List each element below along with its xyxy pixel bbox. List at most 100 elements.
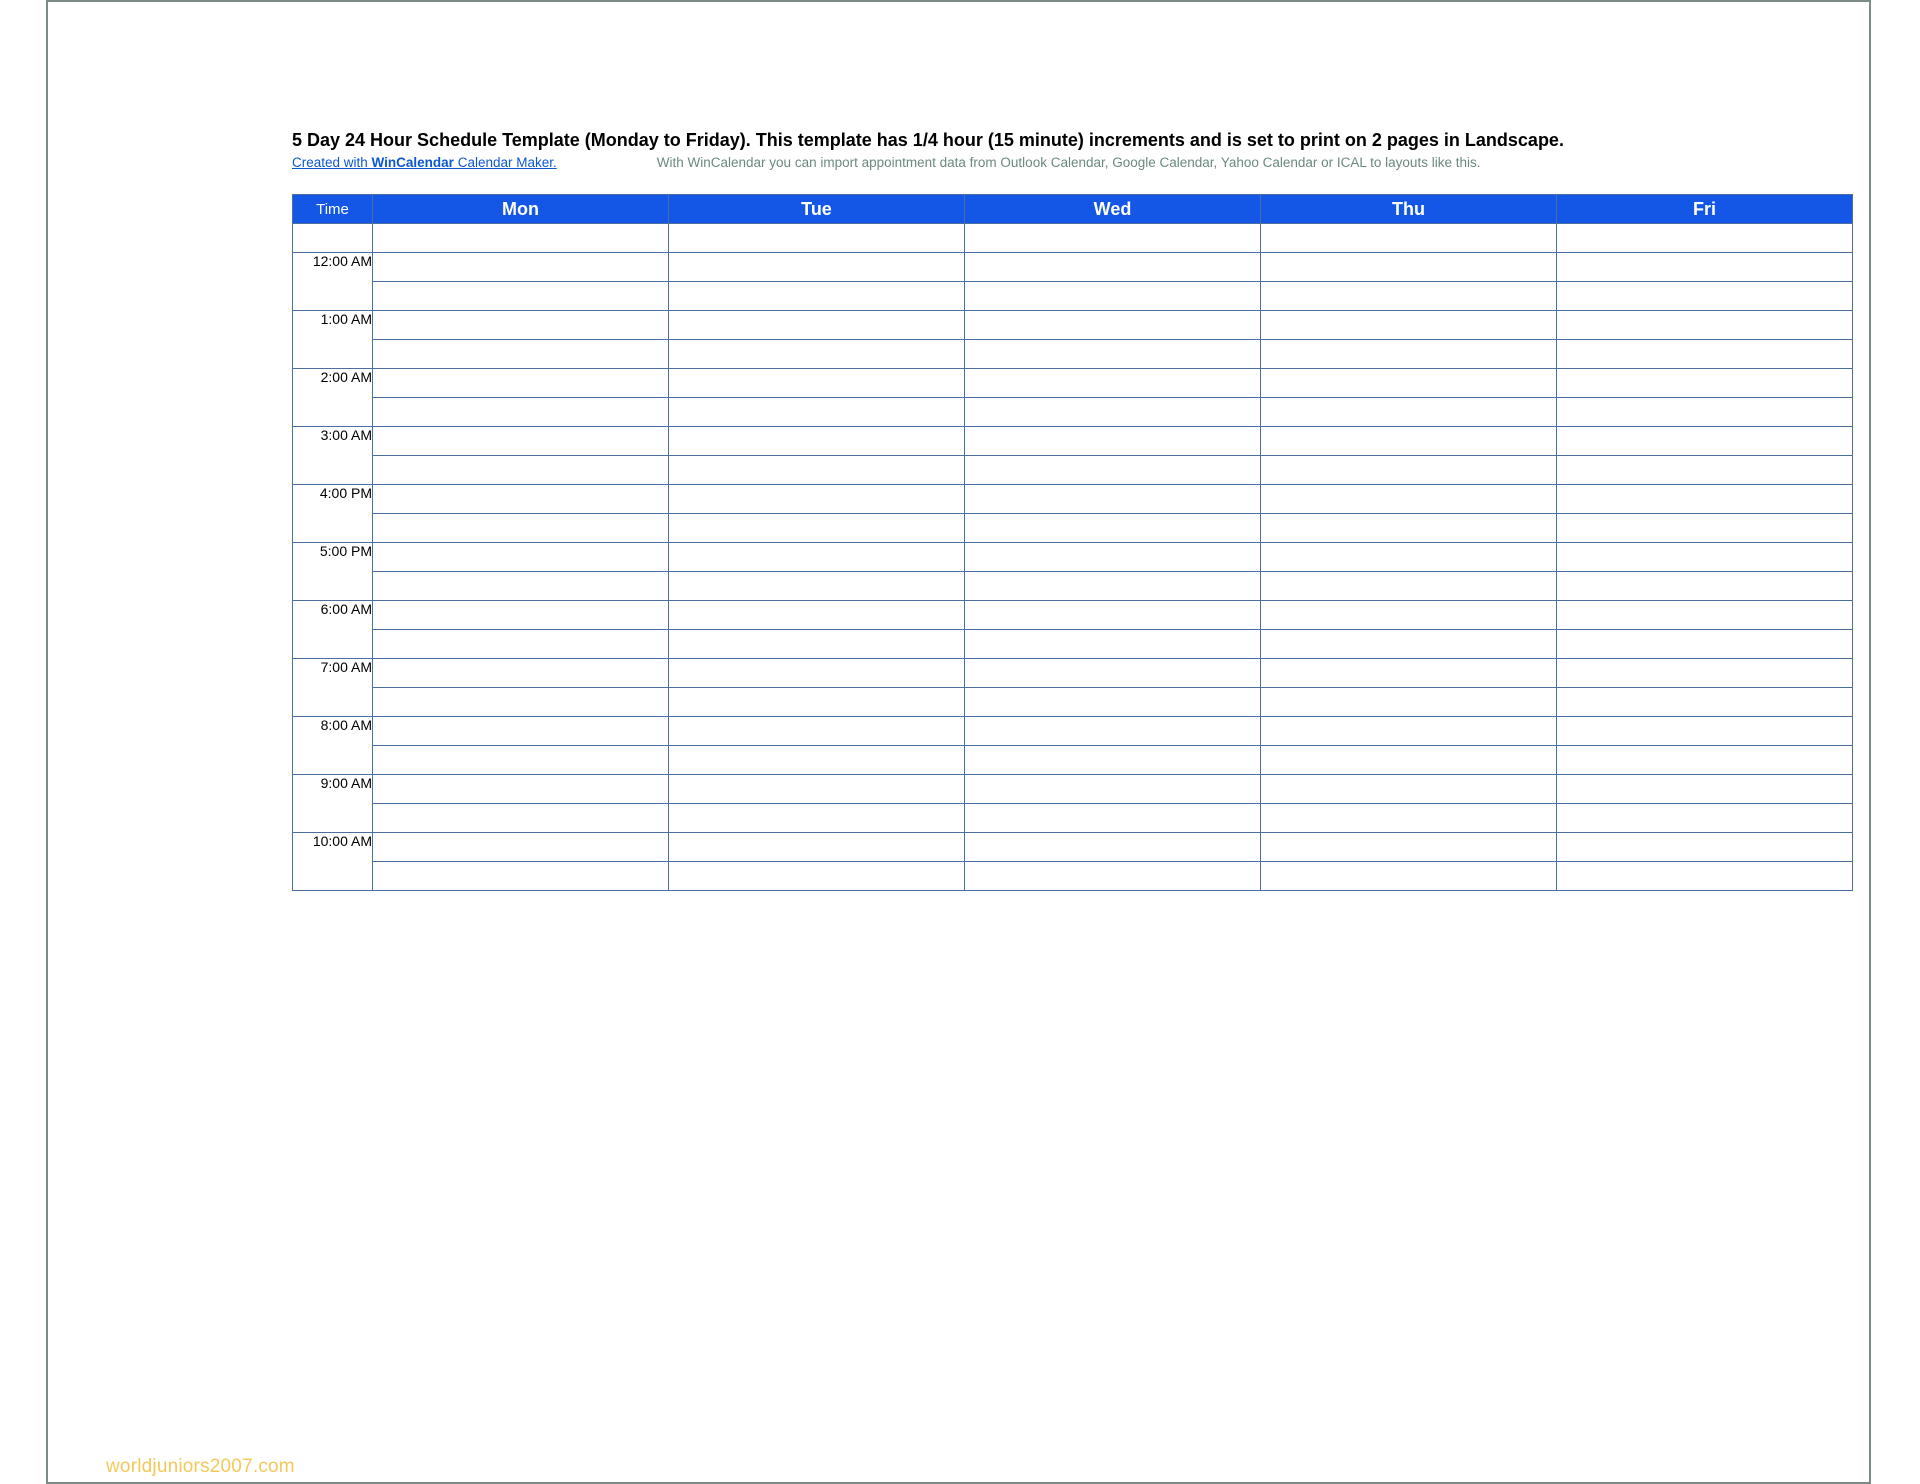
table-row (293, 746, 1853, 775)
slot-cell (1261, 688, 1557, 717)
slot-cell (965, 862, 1261, 891)
document-title: 5 Day 24 Hour Schedule Template (Monday … (292, 130, 1852, 151)
slot-cell (669, 398, 965, 427)
slot-cell (1261, 804, 1557, 833)
slot-cell (1557, 456, 1853, 485)
slot-cell (669, 427, 965, 456)
table-row (293, 514, 1853, 543)
time-label: 1:00 AM (293, 311, 373, 369)
table-row (293, 862, 1853, 891)
slot-cell (1261, 543, 1557, 572)
slot-cell (965, 427, 1261, 456)
slot-cell (965, 282, 1261, 311)
day-header-fri: Fri (1557, 195, 1853, 224)
table-row: 7:00 AM (293, 659, 1853, 688)
slot-cell (965, 630, 1261, 659)
slot-cell (1261, 833, 1557, 862)
table-row: 2:00 AM (293, 369, 1853, 398)
table-row (293, 688, 1853, 717)
day-header-wed: Wed (965, 195, 1261, 224)
credit-prefix: Created with (292, 155, 372, 170)
table-row: 6:00 AM (293, 601, 1853, 630)
description-text: With WinCalendar you can import appointm… (657, 155, 1481, 170)
credit-link[interactable]: Created with WinCalendar Calendar Maker. (292, 155, 557, 170)
slot-cell (373, 543, 669, 572)
slot-cell (669, 659, 965, 688)
slot-cell (373, 862, 669, 891)
slot-cell (373, 804, 669, 833)
slot-cell (965, 253, 1261, 282)
slot-cell (965, 601, 1261, 630)
slot-cell (373, 311, 669, 340)
slot-cell (1261, 630, 1557, 659)
time-label: 4:00 PM (293, 485, 373, 543)
table-row: 8:00 AM (293, 717, 1853, 746)
slot-cell (669, 340, 965, 369)
slot-cell (965, 311, 1261, 340)
table-row: 10:00 AM (293, 833, 1853, 862)
slot-cell (373, 282, 669, 311)
table-row: 3:00 AM (293, 427, 1853, 456)
day-header-tue: Tue (669, 195, 965, 224)
time-header: Time (293, 195, 373, 224)
time-label: 12:00 AM (293, 253, 373, 311)
time-label: 9:00 AM (293, 775, 373, 833)
watermark: worldjuniors2007.com (106, 1456, 295, 1478)
slot-cell (1557, 340, 1853, 369)
slot-cell (669, 543, 965, 572)
slot-cell (373, 688, 669, 717)
credit-link-text: WinCalendar (372, 155, 454, 170)
slot-cell (373, 340, 669, 369)
slot-cell (669, 456, 965, 485)
slot-cell (1261, 485, 1557, 514)
slot-cell (669, 311, 965, 340)
slot-cell (669, 688, 965, 717)
slot-cell (1557, 427, 1853, 456)
slot-cell (1557, 572, 1853, 601)
table-row: 4:00 PM (293, 485, 1853, 514)
table-row (293, 224, 1853, 253)
slot-cell (965, 456, 1261, 485)
slot-cell (965, 369, 1261, 398)
table-row: 5:00 PM (293, 543, 1853, 572)
slot-cell (669, 572, 965, 601)
time-label: 6:00 AM (293, 601, 373, 659)
slot-cell (965, 688, 1261, 717)
slot-cell (669, 862, 965, 891)
time-label: 3:00 AM (293, 427, 373, 485)
day-header-mon: Mon (373, 195, 669, 224)
time-label: 5:00 PM (293, 543, 373, 601)
slot-cell (1557, 601, 1853, 630)
slot-cell (965, 514, 1261, 543)
slot-cell (373, 775, 669, 804)
table-row (293, 282, 1853, 311)
slot-cell (373, 456, 669, 485)
slot-cell (1557, 688, 1853, 717)
slot-cell (1557, 398, 1853, 427)
slot-cell (669, 746, 965, 775)
slot-cell (1261, 340, 1557, 369)
slot-cell (373, 601, 669, 630)
slot-cell (965, 340, 1261, 369)
slot-cell (373, 398, 669, 427)
table-row (293, 340, 1853, 369)
slot-cell (1557, 369, 1853, 398)
slot-cell (669, 485, 965, 514)
slot-cell (1557, 746, 1853, 775)
slot-cell (1557, 862, 1853, 891)
slot-cell (1261, 311, 1557, 340)
slot-cell (965, 746, 1261, 775)
slot-cell (965, 804, 1261, 833)
time-label: 2:00 AM (293, 369, 373, 427)
slot-cell (965, 398, 1261, 427)
slot-cell (965, 224, 1261, 253)
slot-cell (1261, 253, 1557, 282)
slot-cell (965, 572, 1261, 601)
slot-cell (1557, 514, 1853, 543)
time-label: 7:00 AM (293, 659, 373, 717)
page-frame: 5 Day 24 Hour Schedule Template (Monday … (46, 0, 1871, 1484)
slot-cell (1261, 398, 1557, 427)
slot-cell (1261, 456, 1557, 485)
slot-cell (669, 282, 965, 311)
slot-cell (965, 485, 1261, 514)
